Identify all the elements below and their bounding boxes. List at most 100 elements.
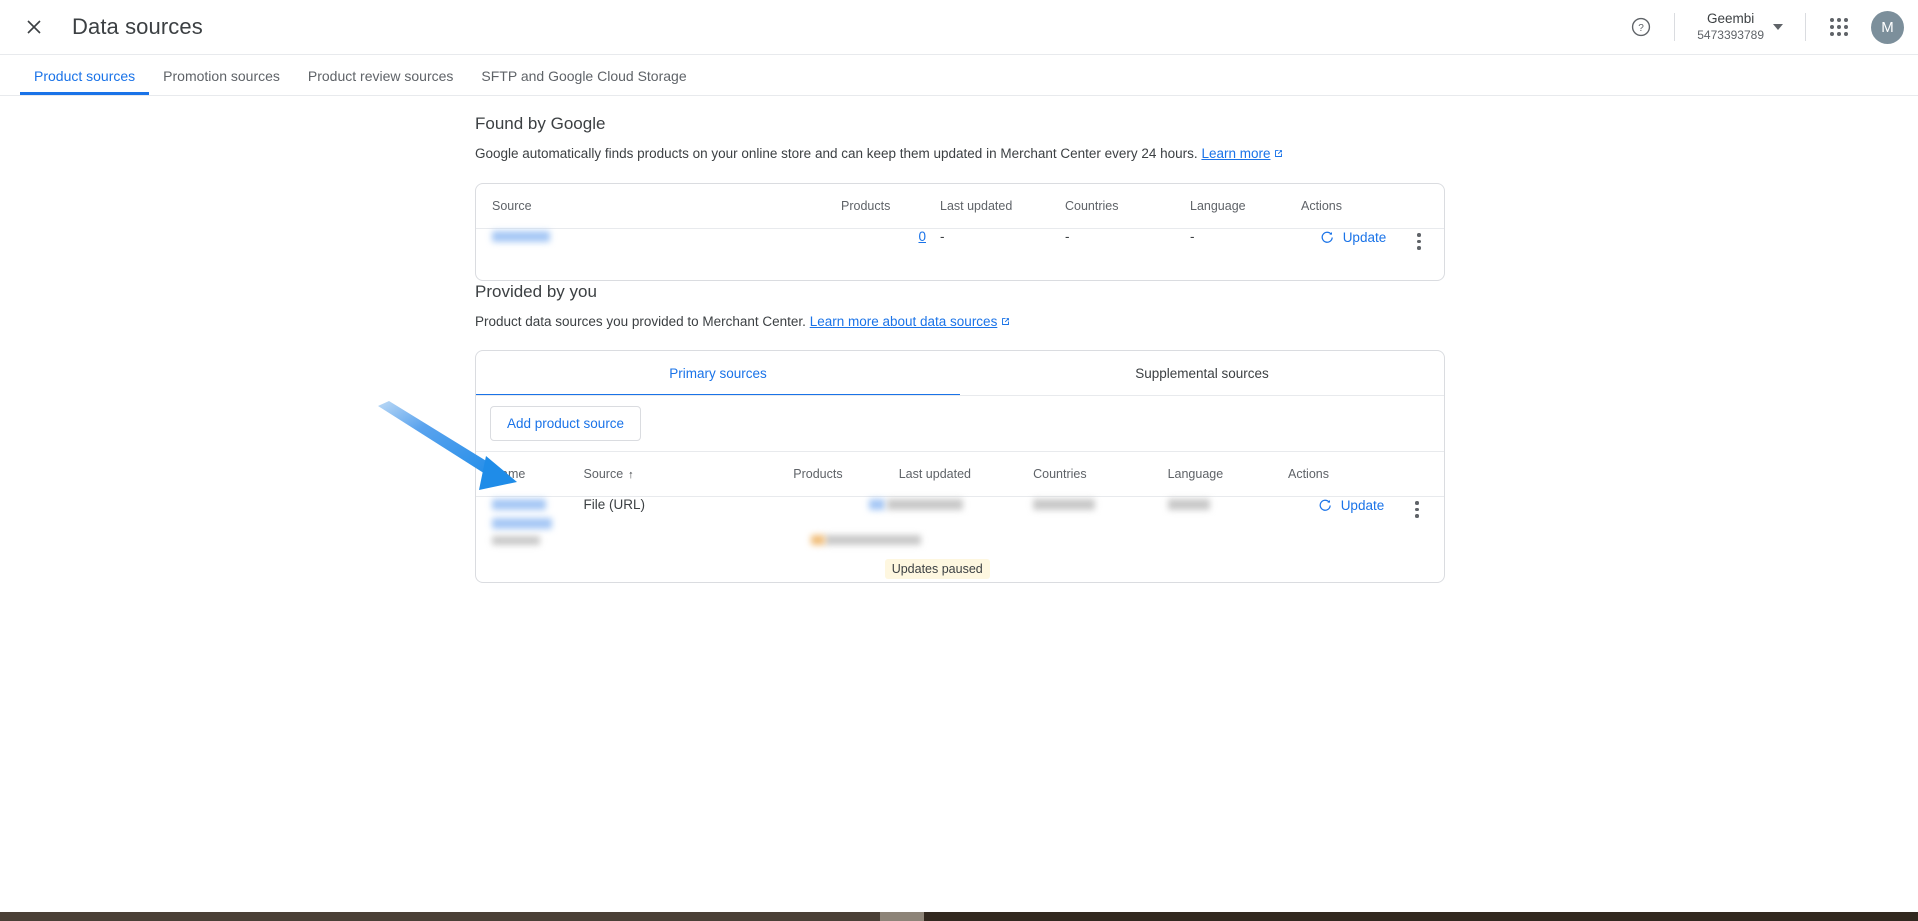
cell-actions: Update: [1288, 496, 1444, 582]
redacted-name-subtext: [492, 535, 540, 545]
provided-by-you-card: Primary sources Supplemental sources Add…: [475, 350, 1445, 583]
account-name: Geembi: [1706, 11, 1755, 27]
column-header-products[interactable]: Products: [841, 184, 926, 229]
redacted-last-updated-line-2: [824, 534, 921, 545]
data-sources-learn-more-link[interactable]: Learn more about data sources: [810, 314, 998, 329]
provided-by-you-description-text: Product data sources you provided to Mer…: [475, 314, 806, 329]
column-header-actions: Actions: [1288, 452, 1444, 497]
found-by-google-table: Source Products Last updated Countries L…: [476, 184, 1444, 280]
taskbar-segment-highlight: [880, 912, 924, 921]
taskbar-segment: [0, 912, 880, 921]
found-by-google-description: Google automatically finds products on y…: [475, 146, 1445, 161]
tab-primary-sources[interactable]: Primary sources: [476, 351, 960, 396]
app-window: Data sources ? Geembi 5473393789 M Produ…: [0, 0, 1918, 921]
tab-promotion-sources[interactable]: Promotion sources: [149, 68, 294, 95]
redacted-name-line-2: [492, 517, 552, 529]
avatar[interactable]: M: [1871, 10, 1904, 44]
column-header-actions: Actions: [1301, 184, 1444, 229]
apps-grid-icon: [1830, 18, 1848, 36]
update-button[interactable]: Update: [1320, 230, 1387, 246]
column-header-countries[interactable]: Countries: [1019, 452, 1154, 497]
table-toolbar: Add product source: [476, 396, 1444, 452]
update-label: Update: [1342, 230, 1387, 246]
provided-by-you-title: Provided by you: [475, 282, 597, 301]
cell-countries: -: [1065, 228, 1070, 244]
row-menu-button[interactable]: [1406, 229, 1432, 255]
update-button[interactable]: Update: [1318, 498, 1385, 514]
page-title: Data sources: [72, 14, 203, 39]
found-by-google-description-text: Google automatically finds products on y…: [475, 146, 1198, 161]
cell-countries: [1019, 496, 1153, 582]
primary-sources-table: Name Source ↑ Products Last updated Count…: [476, 452, 1444, 582]
column-header-source[interactable]: Source: [476, 184, 841, 229]
provided-by-you-section: Provided by you Product data sources you…: [475, 282, 1445, 583]
top-app-bar: Data sources ? Geembi 5473393789 M: [0, 0, 1918, 55]
redacted-last-updated-line-1: [886, 499, 963, 511]
google-apps-button[interactable]: [1820, 8, 1858, 46]
help-button[interactable]: ?: [1622, 8, 1660, 46]
top-bar-right-group: ? Geembi 5473393789 M: [1622, 0, 1918, 55]
divider: [1674, 13, 1676, 41]
taskbar-segment: [924, 912, 1918, 921]
sort-ascending-icon: ↑: [628, 468, 634, 481]
column-header-last-updated[interactable]: Last updated: [926, 184, 1051, 229]
help-circle-icon: ?: [1632, 17, 1651, 37]
account-switcher[interactable]: Geembi 5473393789: [1689, 7, 1791, 47]
account-text: Geembi 5473393789: [1697, 11, 1764, 43]
tab-product-sources[interactable]: Product sources: [20, 68, 150, 95]
add-product-source-button[interactable]: Add product source: [490, 406, 642, 441]
products-count-link[interactable]: 0: [918, 229, 926, 244]
cell-name[interactable]: [476, 496, 584, 582]
main-tab-bar: Product sources Promotion sources Produc…: [0, 55, 1918, 96]
row-menu-button[interactable]: [1404, 497, 1430, 523]
column-header-countries[interactable]: Countries: [1051, 184, 1176, 229]
column-header-last-updated[interactable]: Last updated: [884, 452, 1020, 497]
tab-supplemental-sources[interactable]: Supplemental sources: [960, 351, 1444, 396]
divider: [1805, 13, 1806, 41]
cell-language: -: [1190, 228, 1195, 244]
redacted-products-count: [868, 499, 885, 511]
refresh-icon: [1321, 231, 1333, 243]
cell-source: File (URL): [583, 496, 646, 512]
cell-last-updated: -: [940, 228, 945, 244]
update-label: Update: [1340, 498, 1385, 514]
cell-actions: Update: [1301, 228, 1444, 280]
column-header-language[interactable]: Language: [1153, 452, 1288, 497]
status-badge: Updates paused: [884, 558, 990, 579]
cell-products: 0: [841, 228, 926, 280]
tab-product-review-sources[interactable]: Product review sources: [294, 68, 468, 95]
column-header-name[interactable]: Name: [476, 452, 584, 497]
redacted-countries: [1033, 499, 1096, 511]
found-by-google-table-card: Source Products Last updated Countries L…: [475, 183, 1445, 281]
column-header-source-label: Source: [583, 466, 624, 481]
column-header-products[interactable]: Products: [793, 452, 885, 497]
table-header-row: Source Products Last updated Countries L…: [476, 184, 1444, 229]
redacted-source-name: [492, 231, 550, 243]
account-id: 5473393789: [1697, 27, 1764, 42]
external-link-icon: [1275, 150, 1283, 157]
source-type-tab-bar: Primary sources Supplemental sources: [476, 351, 1444, 396]
chevron-down-icon: [1773, 24, 1783, 30]
cell-source[interactable]: [476, 228, 841, 280]
tab-sftp-google-cloud-storage[interactable]: SFTP and Google Cloud Storage: [467, 68, 700, 95]
column-header-language[interactable]: Language: [1176, 184, 1301, 229]
found-by-google-section: Found by Google Google automatically fin…: [475, 114, 1445, 281]
cell-last-updated: Updates paused: [810, 496, 1019, 582]
close-button[interactable]: [12, 5, 56, 49]
svg-text:?: ?: [1638, 23, 1644, 34]
table-header-row: Name Source ↑ Products Last updated Count…: [476, 452, 1444, 497]
cell-language: [1154, 496, 1288, 582]
found-by-google-learn-more-link[interactable]: Learn more: [1201, 146, 1270, 161]
found-by-google-title: Found by Google: [475, 114, 606, 133]
redacted-status-dot: [810, 534, 825, 545]
provided-by-you-description: Product data sources you provided to Mer…: [475, 314, 1445, 329]
taskbar: [0, 912, 1918, 921]
column-header-source[interactable]: Source ↑: [583, 452, 794, 497]
table-row: 0 - - - Update: [476, 228, 1444, 280]
redacted-name-line-1: [492, 499, 546, 511]
refresh-icon: [1319, 499, 1331, 511]
external-link-icon: [1002, 318, 1010, 325]
close-icon: [27, 20, 41, 34]
redacted-language: [1167, 499, 1210, 511]
table-row: File (URL) Updates paused Update: [476, 496, 1444, 582]
